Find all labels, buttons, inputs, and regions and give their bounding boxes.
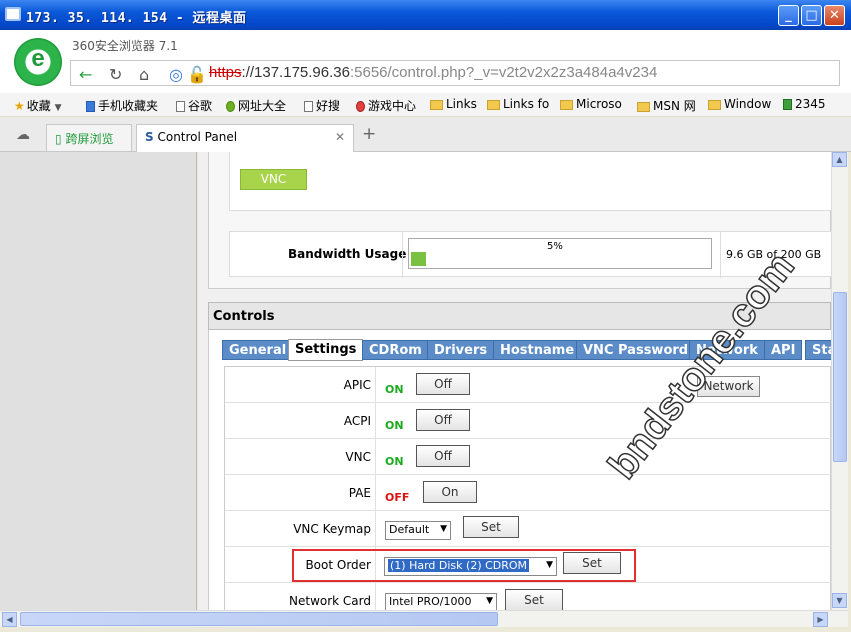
status-badge: OFF [385,491,410,504]
vnc-section: VNC [229,152,831,211]
game-icon [356,101,365,112]
maximize-button[interactable]: □ [801,5,822,26]
bookmark-item[interactable]: 网址大全 [226,97,286,114]
setting-row-acpi: ACPI ON Off [225,403,831,439]
page-sidebar [0,152,197,610]
lock-broken-icon: 🔓 [187,65,207,84]
bookmark-item[interactable]: Microso [560,97,622,111]
setting-row-apic: APIC ON Off Network [225,367,831,403]
status-badge: ON [385,419,404,432]
phone-icon [86,101,95,112]
vnc-keymap-set-button[interactable]: Set [463,516,519,538]
new-tab-icon[interactable]: + [362,124,376,144]
setting-row-vnc-keymap: VNC Keymap Default ▼ Set [225,511,831,547]
vps-info-panel: VNC Bandwidth Usage 5% 9.6 GB of 200 GB [208,152,831,289]
url-text[interactable]: https://137.175.96.36:5656/control.php?_… [209,64,657,81]
bookmark-item[interactable]: 好搜 [304,97,340,114]
folder-icon [560,99,573,110]
setting-row-vnc: VNC ON Off [225,439,831,475]
scrollbar-thumb[interactable] [833,292,847,462]
network-card-set-button[interactable]: Set [505,589,563,610]
bookmark-item[interactable]: Window [708,97,771,111]
remote-desktop-icon [5,7,21,21]
bandwidth-progress-fill [411,252,426,266]
address-bar[interactable]: ← ↻ ⌂ ◎ 🔓 https://137.175.96.36:5656/con… [70,60,840,86]
scroll-down-icon[interactable]: ▼ [832,593,847,608]
phone-icon: ▯ [55,132,62,146]
setting-row-network-card: Network Card Intel PRO/1000 ▼ Set [225,583,831,610]
bookmarks-bar: ★ 收藏 ▼ 手机收藏夹 谷歌 网址大全 好搜 游戏中心 Links Links … [0,93,851,117]
bandwidth-row: Bandwidth Usage 5% 9.6 GB of 200 GB [229,231,831,278]
apic-toggle-button[interactable]: Off [416,373,470,395]
window-title-bar[interactable]: 173. 35. 114. 154 - 远程桌面 _ □ ✕ [0,0,851,30]
back-icon[interactable]: ← [79,65,92,84]
browser-logo-icon: e [14,38,62,86]
close-tab-icon[interactable]: ✕ [335,130,345,144]
tab-strip: ☁ ▯ 跨屏浏览 S Control Panel ✕ + [0,118,851,152]
page-icon [304,101,313,112]
globe-icon [226,101,235,112]
scroll-left-icon[interactable]: ◀ [2,612,17,627]
folder-icon [487,99,500,110]
bookmark-item[interactable]: 手机收藏夹 [86,97,158,114]
tab-cdrom[interactable]: CDRom [362,340,429,360]
tab-hostname[interactable]: Hostname [493,340,582,360]
chevron-down-icon: ▼ [440,524,447,534]
tab-general[interactable]: General [222,340,294,360]
security-icon: ◎ [169,65,183,84]
folder-icon [708,99,721,110]
bandwidth-label: Bandwidth Usage [288,247,407,261]
site-favicon-icon: S [145,130,154,144]
highlight-box [292,549,636,582]
tab-api[interactable]: API [764,340,803,360]
chevron-down-icon: ▼ [54,103,62,113]
network-card-select[interactable]: Intel PRO/1000 ▼ [385,593,497,610]
bandwidth-percent: 5% [547,241,563,252]
site-icon [783,99,792,110]
bandwidth-progress-bar: 5% [408,238,712,269]
folder-icon [430,99,443,110]
folder-icon [637,101,650,112]
setting-row-pae: PAE OFF On [225,475,831,511]
tab-control-panel[interactable]: S Control Panel ✕ [136,124,354,152]
refresh-icon[interactable]: ↻ [109,65,122,84]
vertical-scrollbar[interactable]: ▲ ▼ [831,152,848,610]
cloud-icon[interactable]: ☁ [16,127,30,143]
scroll-right-icon[interactable]: ▶ [813,612,828,627]
tab-status[interactable]: Sta [805,340,831,360]
page-content: VNC Bandwidth Usage 5% 9.6 GB of 200 GB … [198,152,831,610]
window-title: 173. 35. 114. 154 - 远程桌面 [26,11,247,26]
tab-settings[interactable]: Settings [288,339,364,361]
bookmark-item[interactable]: 2345 [783,97,826,111]
status-badge: ON [385,455,404,468]
bookmark-item[interactable]: Links fo [487,97,549,111]
vnc-keymap-select[interactable]: Default ▼ [385,521,451,540]
bookmark-item[interactable]: MSN 网 [637,97,696,114]
pae-toggle-button[interactable]: On [423,481,477,503]
bookmark-favorites[interactable]: ★ 收藏 ▼ [14,97,62,114]
tab-vnc-password[interactable]: VNC Password [576,340,696,360]
chevron-down-icon: ▼ [486,596,493,606]
scroll-up-icon[interactable]: ▲ [832,152,847,167]
status-badge: ON [385,383,404,396]
vnc-toggle-button[interactable]: Off [416,445,470,467]
acpi-toggle-button[interactable]: Off [416,409,470,431]
bookmark-item[interactable]: Links [430,97,477,111]
star-icon: ★ [14,99,25,113]
bookmark-item[interactable]: 谷歌 [176,97,212,114]
page-icon [176,101,185,112]
vnc-button[interactable]: VNC [240,169,307,190]
close-button[interactable]: ✕ [824,5,845,26]
browser-name: 360安全浏览器 7.1 [72,39,178,53]
tab-cross-screen[interactable]: ▯ 跨屏浏览 [46,124,132,151]
bookmark-item[interactable]: 游戏中心 [356,97,416,114]
minimize-button[interactable]: _ [778,5,799,26]
scrollbar-thumb[interactable] [20,612,498,626]
tab-drivers[interactable]: Drivers [427,340,495,360]
horizontal-scrollbar[interactable]: ◀ ▶ [0,610,848,627]
home-icon[interactable]: ⌂ [139,65,149,84]
